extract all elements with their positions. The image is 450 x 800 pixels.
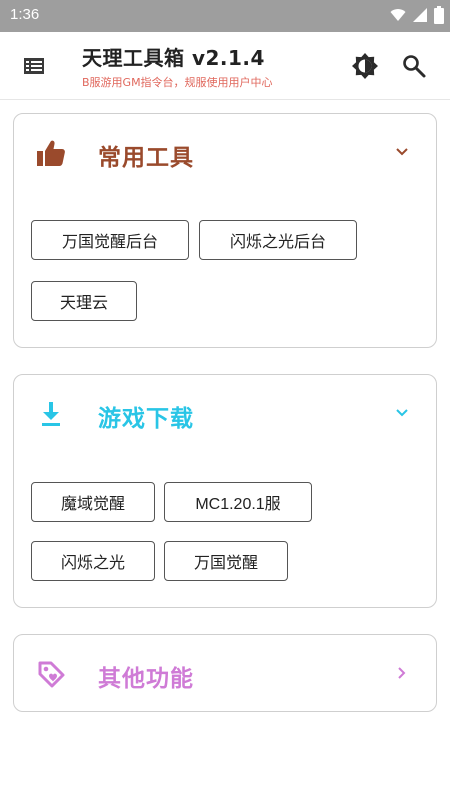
- chip-wanguo[interactable]: 万国觉醒: [164, 541, 288, 581]
- section-title: 常用工具: [98, 145, 194, 171]
- section-title: 其他功能: [98, 666, 194, 692]
- tag-icon: [38, 661, 65, 688]
- download-icon: [42, 402, 60, 426]
- chip-tianli-cloud[interactable]: 天理云: [31, 281, 137, 321]
- status-time: 1:36: [10, 6, 40, 23]
- search-icon[interactable]: [401, 53, 427, 79]
- chip-mc-server[interactable]: MC1.20.1服: [164, 482, 312, 522]
- section-game-download: 游戏下载 魔域觉醒 MC1.20.1服 闪烁之光 万国觉醒: [13, 374, 437, 608]
- section-header-other-functions[interactable]: 其他功能: [14, 635, 436, 713]
- status-icons: [390, 6, 444, 24]
- chevron-down-icon[interactable]: [394, 144, 410, 160]
- menu-icon[interactable]: [22, 54, 46, 78]
- chip-shanshuo[interactable]: 闪烁之光: [31, 541, 155, 581]
- status-bar: 1:36: [0, 0, 450, 32]
- chevron-down-icon[interactable]: [394, 405, 410, 421]
- chip-wanguo-admin[interactable]: 万国觉醒后台: [31, 220, 189, 260]
- battery-icon: [434, 6, 444, 24]
- chevron-right-icon[interactable]: [394, 665, 410, 681]
- chip-shanshuo-admin[interactable]: 闪烁之光后台: [199, 220, 357, 260]
- app-subtitle: B服游用GM指令台，规服使用用户中心: [82, 76, 273, 89]
- chip-moyu[interactable]: 魔域觉醒: [31, 482, 155, 522]
- section-header-game-download[interactable]: 游戏下载: [14, 375, 436, 455]
- app-title: 天理工具箱 v2.1.4: [82, 46, 265, 70]
- section-common-tools: 常用工具 万国觉醒后台 闪烁之光后台 天理云: [13, 113, 437, 348]
- thumbs-up-icon: [37, 140, 65, 166]
- section-header-common-tools[interactable]: 常用工具: [14, 114, 436, 194]
- wifi-icon: [390, 9, 406, 21]
- section-title: 游戏下载: [98, 406, 194, 432]
- signal-icon: [413, 8, 427, 22]
- app-bar: 天理工具箱 v2.1.4 B服游用GM指令台，规服使用用户中心: [0, 32, 450, 100]
- brightness-icon[interactable]: [351, 52, 379, 80]
- section-other-functions[interactable]: 其他功能: [13, 634, 437, 712]
- title-block: 天理工具箱 v2.1.4 B服游用GM指令台，规服使用用户中心: [82, 42, 273, 90]
